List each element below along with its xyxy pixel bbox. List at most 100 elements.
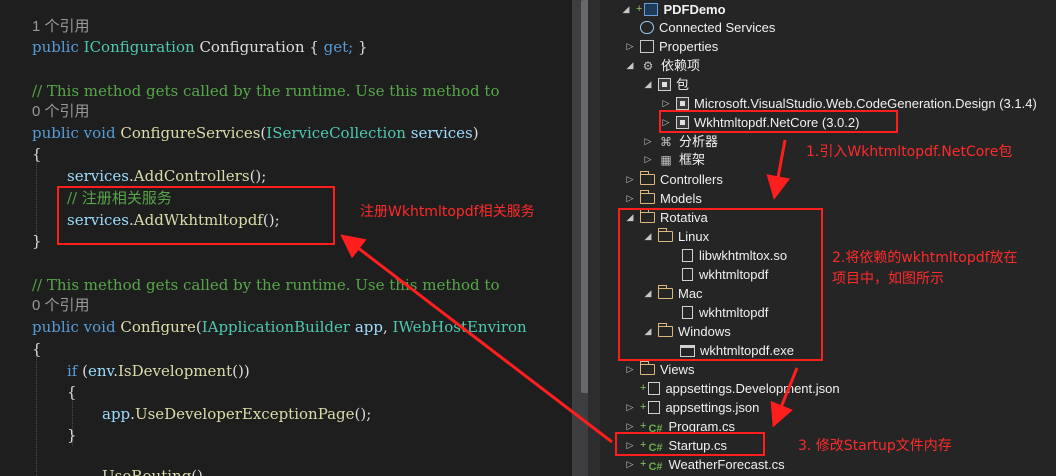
highlight-box-package: [659, 110, 898, 133]
tree-item-label: Controllers: [660, 172, 723, 187]
code-brace: {: [67, 383, 77, 401]
keyword: public: [32, 318, 79, 336]
method-name: UseDeveloperExceptionPage: [134, 405, 355, 423]
method-name: ConfigureServices: [120, 124, 261, 142]
expanded-arrow-icon[interactable]: ◢: [642, 75, 654, 94]
tree-item-connected-services[interactable]: Connected Services: [640, 18, 775, 37]
codelens-references[interactable]: 0 个引用: [32, 296, 90, 316]
collapsed-arrow-icon[interactable]: ▷: [624, 455, 636, 474]
code-brace: }: [67, 426, 77, 444]
tree-item-label: 分析器: [679, 134, 719, 149]
codelens-references[interactable]: 1 个引用: [32, 17, 90, 37]
keyword: get;: [323, 38, 354, 56]
method-name: Configure: [120, 318, 196, 336]
tree-item-label: PDFDemo: [663, 2, 726, 17]
tree-item-appsettings[interactable]: ▷ + appsettings.json: [624, 398, 760, 417]
package-icon: [658, 78, 671, 91]
tree-item-label: 框架: [679, 152, 706, 167]
type-name: IWebHostEnviron: [392, 318, 527, 336]
method-name: AddControllers: [133, 167, 250, 185]
wrench-icon: [640, 40, 654, 53]
collapsed-arrow-icon[interactable]: ▷: [642, 150, 654, 169]
annotation-step2-line2: 项目中，如图所示: [832, 271, 944, 287]
package-icon: [676, 97, 689, 110]
type-name: IConfiguration: [83, 38, 195, 56]
codelens-references[interactable]: 0 个引用: [32, 102, 90, 122]
expanded-arrow-icon[interactable]: ◢: [624, 56, 636, 75]
keyword: void: [83, 124, 116, 142]
tree-item-label: Properties: [659, 39, 719, 54]
csharp-file-icon: C#: [648, 460, 663, 473]
tree-item-frameworks[interactable]: ▷ ▦ 框架: [642, 150, 705, 169]
analyzer-icon: ⌘: [660, 134, 672, 149]
tree-item-label: appsettings.Development.json: [665, 381, 840, 396]
tree-item-label: WeatherForecast.cs: [668, 457, 785, 472]
keyword: public: [32, 124, 79, 142]
highlight-box-register-code: [57, 186, 335, 245]
tree-item-appsettings-development[interactable]: + appsettings.Development.json: [640, 379, 840, 398]
code-line-add-controllers: services.AddControllers();: [67, 167, 267, 185]
tree-item-packages[interactable]: ◢ 包: [642, 75, 689, 94]
identifier: app: [102, 405, 131, 423]
package-version: (3.1.4): [999, 96, 1037, 111]
tree-item-views[interactable]: ▷ Views: [624, 360, 694, 379]
code-line-configuration-property: public IConfiguration Configuration { ge…: [32, 37, 368, 57]
tree-item-label: 包: [676, 77, 690, 92]
code-line-configure-signature: public void Configure(IApplicationBuilde…: [32, 318, 527, 336]
dependencies-icon: ⚙: [642, 58, 654, 73]
added-icon: +: [640, 458, 647, 470]
code-line-if: if (env.IsDevelopment()): [67, 362, 250, 380]
keyword: public: [32, 38, 79, 56]
collapsed-arrow-icon[interactable]: ▷: [624, 37, 636, 56]
tree-item-weatherforecast[interactable]: ▷ + C# WeatherForecast.cs: [624, 455, 785, 474]
code-line-configureservices-signature: public void ConfigureServices(IServiceCo…: [32, 124, 479, 142]
brace: }: [357, 38, 368, 56]
annotation-step2-line1: 2.将依赖的wkhtmltopdf放在: [832, 250, 1018, 266]
code-line-use-routing: UseRouting(): [102, 466, 203, 476]
cloud-service-icon: [640, 21, 654, 34]
annotation-register-service: 注册Wkhtmltopdf相关服务: [360, 204, 535, 220]
tree-item-label: Connected Services: [659, 20, 776, 35]
json-file-icon: [648, 382, 661, 395]
tree-item-project[interactable]: ◢ + PDFDemo: [620, 0, 726, 19]
expanded-arrow-icon[interactable]: ◢: [620, 0, 632, 19]
keyword: void: [83, 318, 116, 336]
type-name: IServiceCollection: [266, 124, 406, 142]
highlight-box-startup: [615, 432, 765, 456]
brace: {: [309, 38, 319, 56]
panel-splitter[interactable]: [588, 0, 600, 476]
collapsed-arrow-icon[interactable]: ▷: [642, 132, 654, 151]
folder-icon: [640, 171, 655, 185]
added-icon: +: [640, 382, 647, 394]
code-brace: }: [32, 232, 42, 250]
method-name: IsDevelopment: [118, 362, 233, 380]
tree-item-properties[interactable]: ▷ Properties: [624, 37, 719, 56]
collapsed-arrow-icon[interactable]: ▷: [624, 170, 636, 189]
tree-item-models[interactable]: ▷ Models: [624, 189, 702, 208]
identifier: env: [87, 362, 114, 380]
added-icon: +: [640, 401, 647, 413]
json-file-icon: [648, 401, 661, 414]
tree-item-controllers[interactable]: ▷ Controllers: [624, 170, 723, 189]
folder-icon: [640, 361, 655, 375]
parameter: app: [354, 318, 383, 336]
code-brace: {: [32, 340, 42, 358]
code-comment: // This method gets called by the runtim…: [32, 82, 500, 100]
tree-item-dependencies[interactable]: ◢ ⚙ 依赖项: [624, 56, 700, 75]
tree-item-label: 依赖项: [661, 58, 701, 73]
collapsed-arrow-icon[interactable]: ▷: [624, 398, 636, 417]
code-comment: // This method gets called by the runtim…: [32, 276, 500, 294]
collapsed-arrow-icon[interactable]: ▷: [624, 189, 636, 208]
annotation-step1: 1.引入Wkhtmltopdf.NetCore包: [806, 144, 1013, 160]
tree-item-label: appsettings.json: [665, 400, 760, 415]
tree-item-label: Views: [660, 362, 695, 377]
framework-icon: ▦: [660, 152, 672, 167]
indent-guide: [36, 160, 37, 242]
code-line-developer-exception-page: app.UseDeveloperExceptionPage();: [102, 405, 372, 423]
identifier: Configuration: [199, 38, 305, 56]
indent-guide: [36, 354, 37, 476]
collapsed-arrow-icon[interactable]: ▷: [624, 360, 636, 379]
tree-item-analyzers[interactable]: ▷ ⌘ 分析器: [642, 132, 718, 151]
type-name: IApplicationBuilder: [201, 318, 351, 336]
screenshot-root: 1 个引用 public IConfiguration Configuratio…: [0, 0, 1056, 476]
